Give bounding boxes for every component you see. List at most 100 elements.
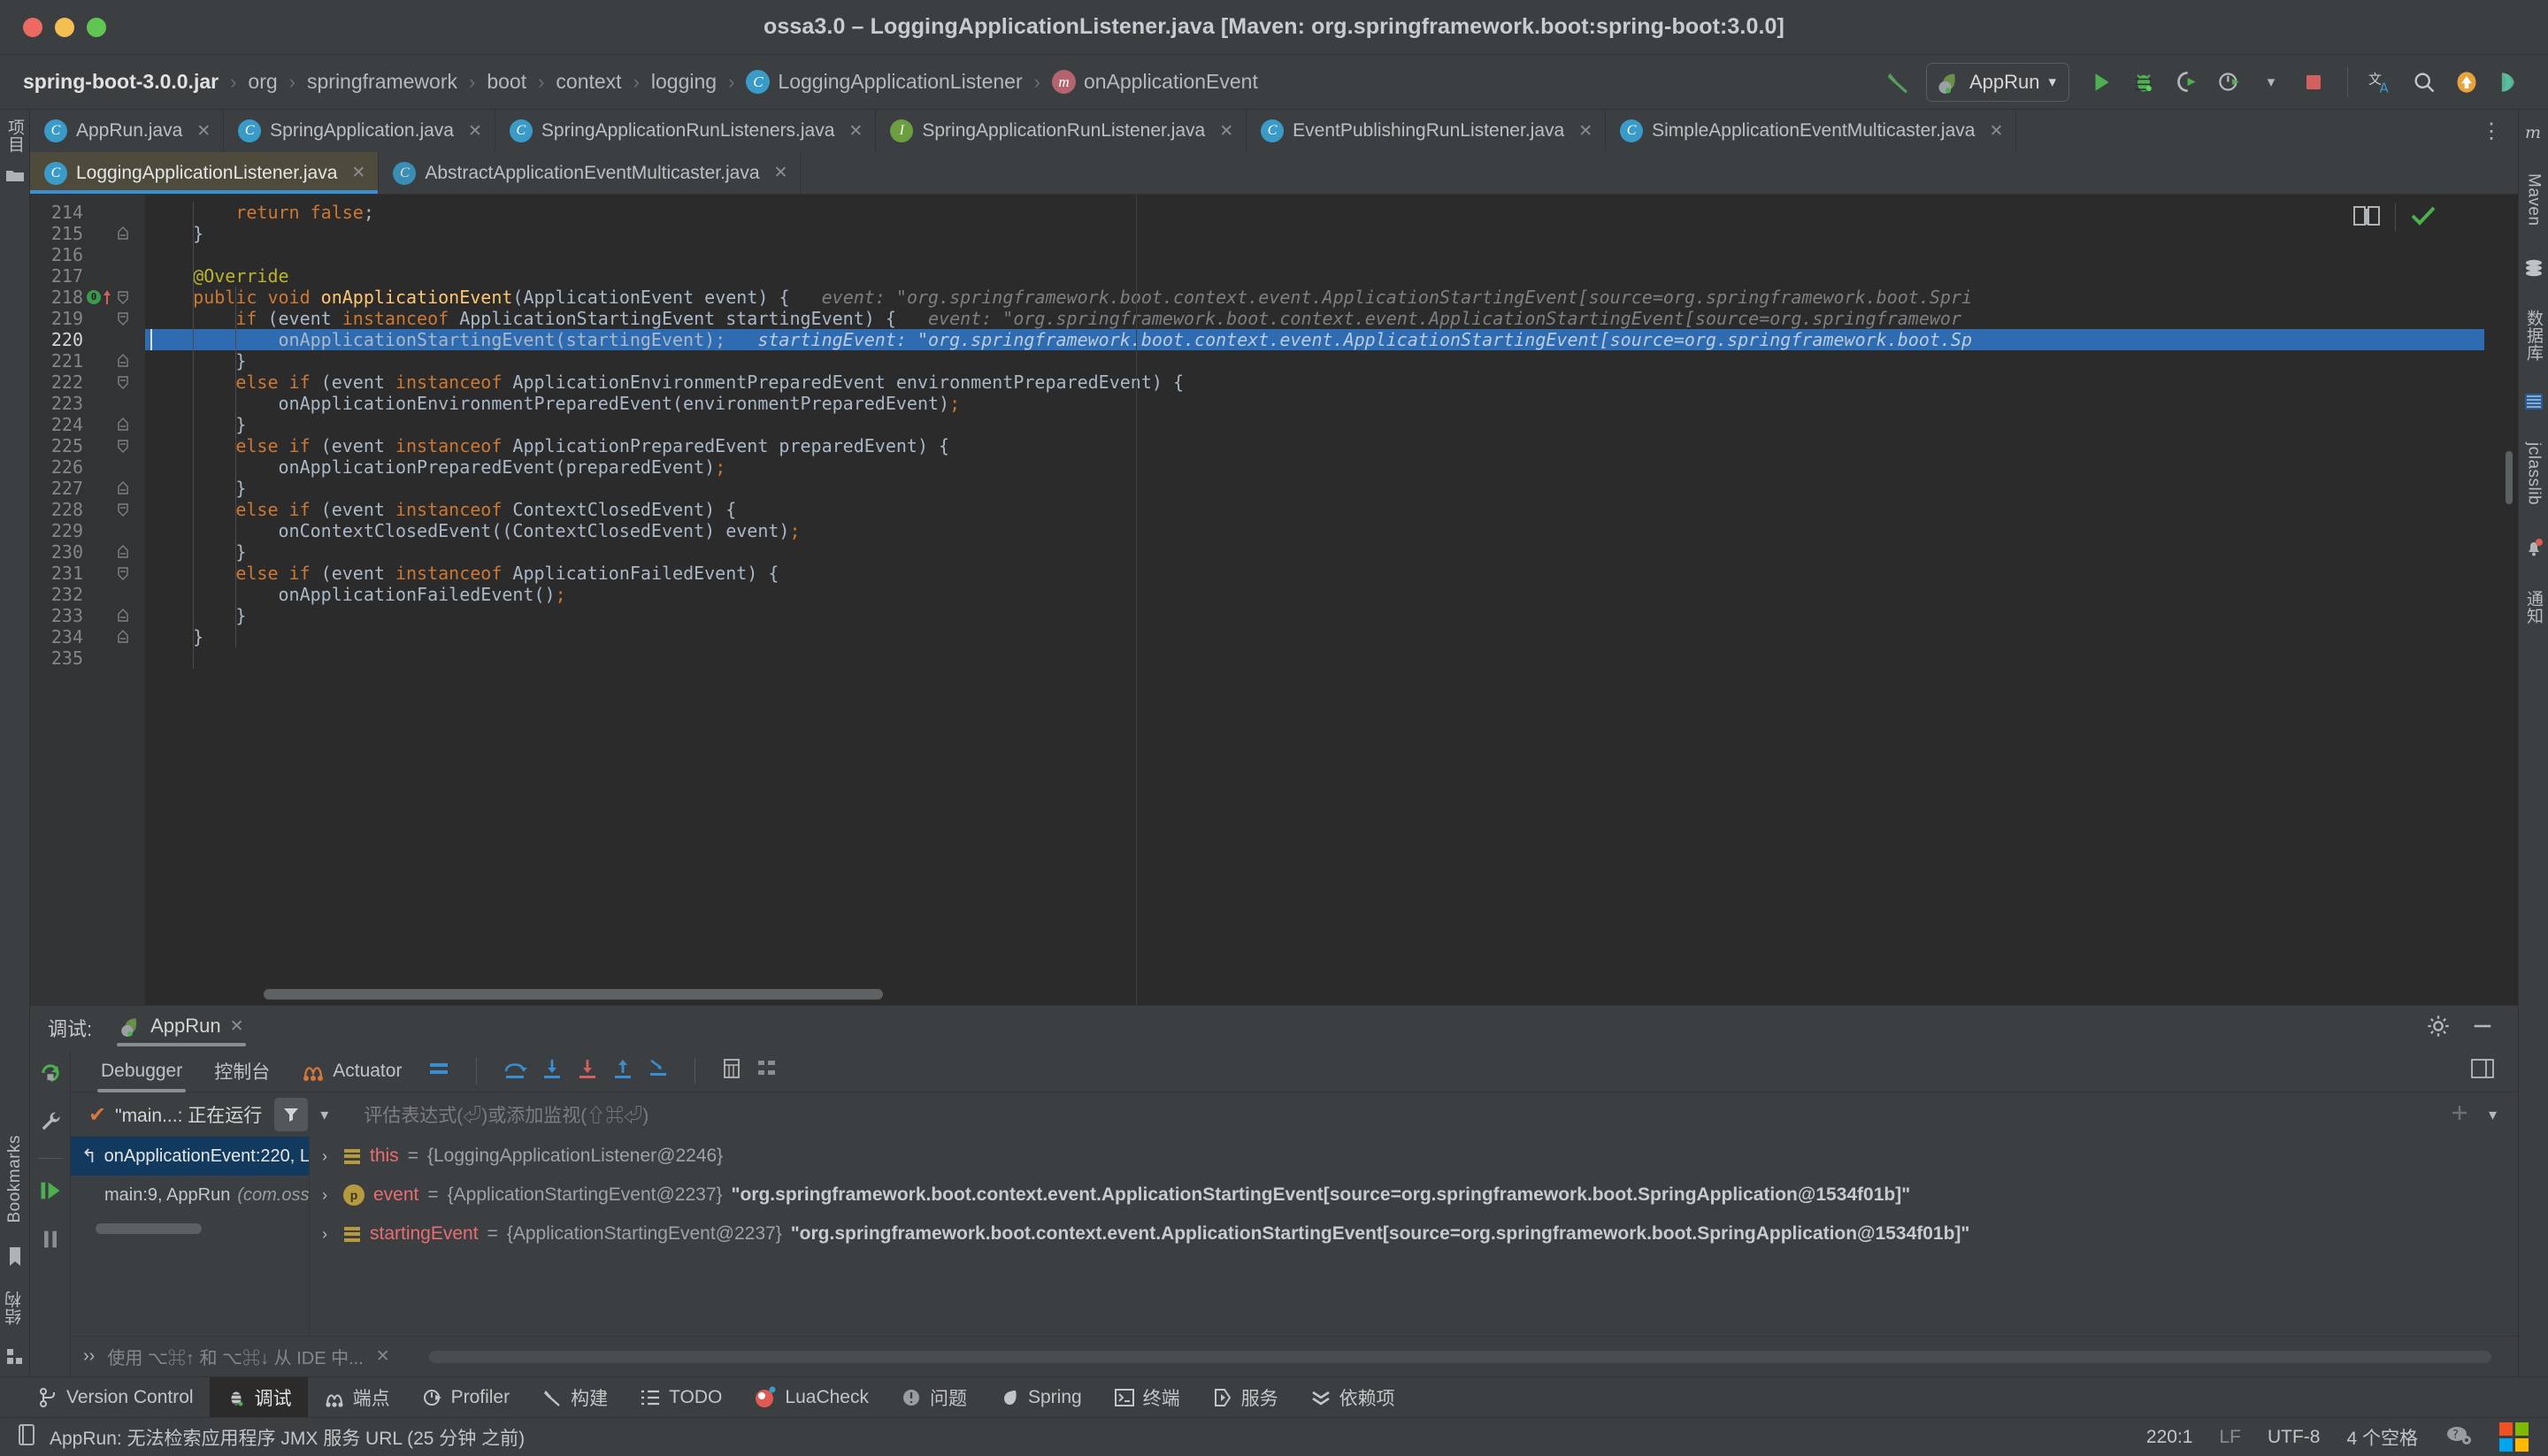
gutter-line[interactable]: 218 0 [30,287,145,308]
close-icon[interactable]: ✕ [468,121,482,142]
editor-tab-simpleapplicationeventmulticaster[interactable]: C SimpleApplicationEventMulticaster.java… [1606,110,2017,152]
frames-pane[interactable]: ↰ onApplicationEvent:220, Lo main:9, App… [71,1137,310,1336]
gutter-line[interactable]: 232 [30,584,145,605]
database-icon[interactable] [2524,258,2544,278]
editor-tab-abstractapplicationeventmulticaster[interactable]: C AbstractApplicationEventMulticaster.ja… [379,152,802,194]
code-line[interactable]: onApplicationPreparedEvent(preparedEvent… [145,456,2484,478]
gutter-line[interactable]: 228 [30,499,145,520]
evaluate-expression-input[interactable]: 评估表达式(⏎)或添加监视(⇧⌘⏎) [341,1101,2436,1128]
breadcrumb-item-context[interactable]: context [556,70,621,94]
debug-session-tab[interactable]: AppRun ✕ [111,1009,250,1046]
gutter-line[interactable]: 225 [30,435,145,456]
fold-marker-icon[interactable] [111,437,134,455]
sidebar-item-database[interactable]: 数据库 [2521,310,2545,362]
chevron-right-icon[interactable]: › [322,1186,334,1205]
tab-overflow-menu-icon[interactable]: ⋮ [2465,110,2518,152]
variables-pane[interactable]: › this = {LoggingApplicationListener@224… [310,1137,2518,1336]
tool-button-problems[interactable]: 问题 [885,1377,983,1418]
run-to-cursor-icon[interactable] [647,1057,670,1084]
chevron-down-icon[interactable]: ▾ [320,1106,328,1124]
file-encoding[interactable]: UTF-8 [2268,1427,2321,1448]
code-line[interactable]: } [145,605,2484,626]
step-out-icon[interactable] [611,1057,634,1084]
code-line[interactable]: onApplicationStartingEvent(startingEvent… [145,329,2484,350]
fold-marker-icon[interactable] [111,479,134,497]
fold-marker-icon[interactable] [111,288,134,306]
fold-marker-icon[interactable] [111,416,134,433]
code-line[interactable]: if (event instanceof ApplicationStarting… [145,308,2484,329]
gutter-line[interactable]: 214 [30,202,145,223]
maven-icon[interactable]: m [2523,122,2544,142]
code-line[interactable]: onApplicationEnvironmentPreparedEvent(en… [145,393,2484,414]
code-line[interactable]: else if (event instanceof ContextClosedE… [145,499,2484,520]
sidebar-item-structure[interactable]: 结构 [3,1291,27,1325]
code-line[interactable] [145,648,2484,669]
scrollbar-thumb[interactable] [264,989,883,1000]
gutter-line[interactable]: 231 [30,563,145,584]
close-icon[interactable]: ✕ [848,121,863,142]
sidebar-item-jclasslib[interactable]: jclasslib [2524,442,2544,505]
code-line[interactable]: } [145,223,2484,244]
close-icon[interactable]: ✕ [351,163,365,183]
tool-button-services[interactable]: 服务 [1196,1377,1294,1418]
tool-button-profiler[interactable]: Profiler [406,1377,526,1418]
fold-marker-icon[interactable] [111,607,134,625]
frames-layout-icon[interactable] [756,1057,779,1084]
jclasslib-icon[interactable] [2524,393,2544,410]
hammer-icon[interactable] [1879,64,1916,101]
tool-button-build[interactable]: 构建 [526,1377,624,1418]
bookmark-icon[interactable] [7,1246,23,1268]
variables-horizontal-scrollbar[interactable] [428,1350,2491,1363]
fold-marker-icon[interactable] [111,373,134,391]
code-line[interactable]: } [145,478,2484,499]
editor-gutter[interactable]: 214 215 216 217 218 0 219 220 221 222 223 224 225 226… [30,195,145,1005]
chevron-right-icon[interactable]: › [322,1225,334,1244]
frame-row[interactable]: ↰ onApplicationEvent:220, Lo [71,1137,309,1176]
close-icon[interactable]: ✕ [774,163,788,183]
add-watch-icon[interactable] [2448,1101,2471,1129]
gutter-line[interactable]: 230 [30,541,145,563]
tab-console[interactable]: 控制台 [198,1050,286,1092]
breadcrumb-item-org[interactable]: org [248,70,277,94]
fold-marker-icon[interactable] [111,628,134,646]
step-over-icon[interactable] [502,1057,528,1084]
fold-marker-icon[interactable] [111,564,134,582]
gutter-line[interactable]: 222 [30,372,145,393]
sidebar-item-bookmarks[interactable]: Bookmarks [5,1135,25,1223]
translate-icon[interactable]: 文A [2363,64,2400,101]
fold-marker-icon[interactable] [111,225,134,242]
stop-icon[interactable] [2295,64,2332,101]
variable-row-this[interactable]: › this = {LoggingApplicationListener@224… [310,1137,2518,1176]
gutter-line[interactable]: 229 [30,520,145,541]
evaluate-expression-icon[interactable] [720,1057,743,1084]
help-gear-icon[interactable]: ? [2444,1423,2473,1452]
fold-marker-icon[interactable] [111,543,134,561]
frames-horizontal-scrollbar[interactable] [96,1223,202,1234]
code-line[interactable]: else if (event instanceof ApplicationPre… [145,435,2484,456]
gutter-line[interactable]: 215 [30,223,145,244]
breadcrumb-item-logging[interactable]: logging [651,70,717,94]
ai-assistant-icon[interactable] [2490,64,2528,101]
editor-tab-springapplicationrunlistener[interactable]: I SpringApplicationRunListener.java ✕ [876,110,1247,152]
bug-icon[interactable] [2125,64,2162,101]
gutter-line[interactable]: 227 [30,478,145,499]
settings-wrench-icon[interactable] [38,1109,63,1138]
fold-marker-icon[interactable] [111,501,134,518]
editor-horizontal-scrollbar[interactable] [264,989,2445,1000]
fold-marker-icon[interactable] [111,352,134,370]
close-icon[interactable]: ✕ [230,1016,244,1037]
close-icon[interactable]: ✕ [1989,121,2003,142]
variable-row-startingevent[interactable]: › startingEvent = {ApplicationStartingEv… [310,1215,2518,1253]
step-into-icon[interactable] [541,1057,564,1084]
gutter-line[interactable]: 233 [30,605,145,626]
force-step-into-icon[interactable] [576,1057,599,1084]
memory-icon[interactable] [16,1423,37,1451]
folder-icon[interactable] [5,167,25,183]
breadcrumb-item-jar[interactable]: spring-boot-3.0.0.jar [23,70,219,94]
editor-tab-eventpublishingrunlistener[interactable]: C EventPublishingRunListener.java ✕ [1247,110,1607,152]
minimize-window-button[interactable] [55,17,74,37]
line-separator[interactable]: LF [2219,1427,2241,1448]
gutter-line[interactable]: 235 [30,648,145,669]
thread-selector[interactable]: ✔ "main...: 正在运行 [88,1101,262,1128]
frame-row[interactable]: main:9, AppRun (com.ossa [71,1176,309,1215]
